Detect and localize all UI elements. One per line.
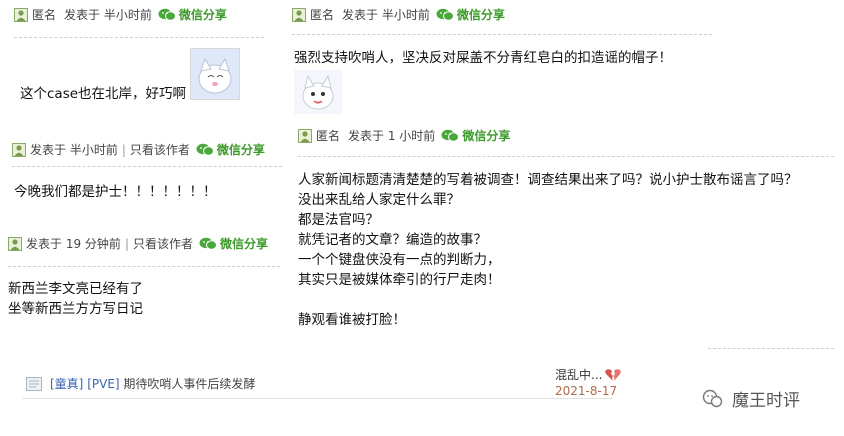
cartoon-cat-avatar-icon xyxy=(294,70,342,114)
wechat-share-button[interactable]: 微信分享 xyxy=(196,141,265,158)
share-label: 微信分享 xyxy=(216,143,265,157)
comment-line: 就凭记者的文章？编造的故事？ xyxy=(298,232,487,248)
comment-time: 半小时前 xyxy=(69,143,118,157)
comment-time: 半小时前 xyxy=(381,8,430,22)
related-thread-row[interactable]: [童真] [PVE] 期待吹哨人事件后续发酵 xyxy=(26,375,255,392)
divider xyxy=(12,166,282,167)
comment-header: 匿名 发表于 半小时前 微信分享 xyxy=(292,6,505,23)
divider xyxy=(708,348,834,349)
comment-line: 其实只是被媒体牵引的行尸走肉！ xyxy=(298,272,501,288)
comment-header: 发表于 半小时前 | 只看该作者 微信分享 xyxy=(12,141,265,158)
comment-line: 坐等新西兰方方写日记 xyxy=(8,301,143,317)
only-author-link[interactable]: 只看该作者 xyxy=(133,235,193,252)
comment-line: 都是法官吗？ xyxy=(298,212,379,228)
comment-body: 新西兰李文亮已经有了 坐等新西兰方方写日记 xyxy=(8,279,143,319)
comment-header: 匿名 发表于 1 小时前 微信分享 xyxy=(298,127,510,144)
comment-line: 新西兰李文亮已经有了 xyxy=(8,281,143,297)
divider xyxy=(292,34,712,35)
comment-posted-label: 发表于 xyxy=(64,8,101,22)
comment-time: 半小时前 xyxy=(103,8,152,22)
comment-line: 今晚我们都是护士！！！！！！！ xyxy=(14,184,217,200)
comment-body: 强烈支持吹哨人，坚决反对屎盖不分青红皂白的扣造谣的帽子！ xyxy=(294,48,672,68)
comment-line: 这个case也在北岸，好巧啊 xyxy=(20,86,187,102)
thread-tag-link[interactable]: [童真] xyxy=(50,375,83,392)
thread-title-link[interactable]: 期待吹哨人事件后续发酵 xyxy=(123,375,255,392)
comment-posted-label: 发表于 xyxy=(348,129,385,143)
comment-author[interactable]: 匿名 xyxy=(310,6,334,23)
comment-header: 匿名 发表于 半小时前 微信分享 xyxy=(14,6,227,23)
user-icon xyxy=(12,142,26,157)
comment-posted-label: 发表于 xyxy=(342,8,379,22)
wechat-share-button[interactable]: 微信分享 xyxy=(441,127,510,144)
wechat-icon xyxy=(441,129,460,142)
user-icon xyxy=(14,7,28,22)
comment-line: 人家新闻标题清清楚楚的写着被调查！调查结果出来了吗？说小护士散布谣言了吗？ xyxy=(298,172,798,188)
comment-line: 没出来乱给人家定什么罪？ xyxy=(298,192,460,208)
thread-tag-link[interactable]: [PVE] xyxy=(87,377,119,391)
wechat-share-button[interactable]: 微信分享 xyxy=(436,6,505,23)
user-icon xyxy=(8,236,22,251)
user-icon xyxy=(298,128,312,143)
wechat-icon xyxy=(199,237,217,250)
share-label: 微信分享 xyxy=(178,8,227,22)
comment-time: 19 分钟前 xyxy=(65,237,121,251)
watermark: 魔王时评 xyxy=(702,386,800,411)
last-reply-user[interactable]: 混乱中... xyxy=(555,366,622,383)
comment-body: 人家新闻标题清清楚楚的写着被调查！调查结果出来了吗？说小护士散布谣言了吗？ 没出… xyxy=(298,170,798,330)
comment-line: 静观看谁被打脸！ xyxy=(298,312,406,328)
share-label: 微信分享 xyxy=(456,8,505,22)
divider xyxy=(14,37,264,38)
avatar xyxy=(294,70,342,114)
comment-body: 这个case也在北岸，好巧啊 xyxy=(20,84,186,104)
wechat-icon xyxy=(158,8,176,21)
comment-posted-label: 发表于 xyxy=(30,143,67,157)
broken-heart-icon xyxy=(605,368,622,381)
comment-body: 今晚我们都是护士！！！！！！！ xyxy=(14,182,217,202)
user-icon xyxy=(292,7,306,22)
watermark-text: 魔王时评 xyxy=(732,391,800,411)
comment-line: 强烈支持吹哨人，坚决反对屎盖不分青红皂白的扣造谣的帽子！ xyxy=(294,50,672,66)
comment-author[interactable]: 匿名 xyxy=(316,127,340,144)
comment-author[interactable]: 匿名 xyxy=(32,6,56,23)
avatar xyxy=(190,48,240,100)
wechat-share-button[interactable]: 微信分享 xyxy=(199,235,268,252)
only-author-link[interactable]: 只看该作者 xyxy=(130,141,190,158)
comment-posted-label: 发表于 xyxy=(26,237,63,251)
wechat-share-button[interactable]: 微信分享 xyxy=(158,6,227,23)
wechat-official-account-icon xyxy=(702,389,723,407)
comment-line xyxy=(298,290,798,310)
last-reply-username[interactable]: 混乱中... xyxy=(555,366,602,383)
thread-icon xyxy=(26,376,42,391)
wechat-icon xyxy=(196,143,214,156)
divider xyxy=(8,266,280,267)
divider xyxy=(298,156,834,157)
share-label: 微信分享 xyxy=(220,237,269,251)
cartoon-cat-avatar-icon xyxy=(191,49,239,99)
comment-time: 1 小时前 xyxy=(387,129,436,143)
share-label: 微信分享 xyxy=(462,129,511,143)
divider xyxy=(22,398,612,399)
comment-header: 发表于 19 分钟前 | 只看该作者 微信分享 xyxy=(8,235,268,252)
wechat-icon xyxy=(436,8,454,21)
comment-line: 一个个键盘侠没有一点的判断力， xyxy=(298,252,501,268)
last-reply-date: 2021-8-17 xyxy=(555,384,618,398)
